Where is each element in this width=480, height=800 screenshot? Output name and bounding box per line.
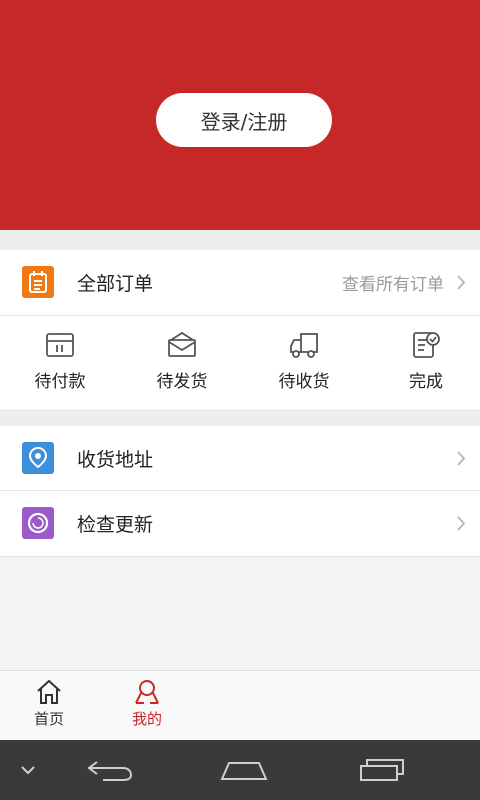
order-list-icon bbox=[22, 266, 54, 298]
all-orders-row[interactable]: 全部订单 查看所有订单 bbox=[0, 250, 480, 315]
section-spacer bbox=[0, 410, 480, 426]
wallet-icon bbox=[46, 333, 74, 357]
bottom-tab-bar: 首页 我的 bbox=[0, 670, 480, 740]
location-icon bbox=[22, 442, 54, 474]
status-pending-payment[interactable]: 待付款 bbox=[0, 316, 120, 410]
status-label: 待付款 bbox=[34, 372, 86, 392]
status-label: 完成 bbox=[409, 372, 443, 392]
view-all-orders-link[interactable]: 查看所有订单 bbox=[342, 270, 444, 295]
home-nav-icon[interactable] bbox=[214, 740, 274, 800]
status-label: 待收货 bbox=[278, 372, 330, 392]
tab-me[interactable]: 我的 bbox=[98, 671, 196, 741]
recent-apps-icon[interactable] bbox=[352, 740, 412, 800]
check-update-row[interactable]: 检查更新 bbox=[0, 491, 480, 556]
status-pending-shipment[interactable]: 待发货 bbox=[122, 316, 242, 410]
tab-home[interactable]: 首页 bbox=[0, 671, 98, 741]
status-completed[interactable]: 完成 bbox=[366, 316, 480, 410]
user-icon bbox=[135, 680, 159, 704]
back-icon[interactable] bbox=[80, 740, 140, 800]
all-orders-label: 全部订单 bbox=[77, 273, 154, 295]
divider bbox=[0, 556, 480, 557]
login-register-button[interactable]: 登录/注册 bbox=[156, 93, 332, 147]
shipping-address-row[interactable]: 收货地址 bbox=[0, 426, 480, 491]
tab-label: 我的 bbox=[131, 710, 162, 728]
tab-label: 首页 bbox=[33, 710, 64, 728]
home-icon bbox=[37, 679, 61, 704]
update-icon bbox=[22, 507, 54, 539]
checklist-icon bbox=[413, 332, 440, 358]
status-pending-receipt[interactable]: 待收货 bbox=[244, 316, 364, 410]
truck-icon bbox=[290, 333, 318, 358]
menu-label: 收货地址 bbox=[77, 449, 154, 471]
chevron-right-icon bbox=[457, 275, 466, 290]
chevron-right-icon bbox=[457, 516, 466, 531]
menu-label: 检查更新 bbox=[77, 514, 154, 536]
chevron-right-icon bbox=[457, 451, 466, 466]
package-icon bbox=[168, 331, 196, 357]
chevron-down-icon[interactable] bbox=[10, 740, 46, 800]
section-spacer bbox=[0, 230, 480, 250]
system-navigation-bar bbox=[0, 740, 480, 800]
profile-header: 登录/注册 bbox=[0, 0, 480, 230]
status-label: 待发货 bbox=[156, 372, 208, 392]
